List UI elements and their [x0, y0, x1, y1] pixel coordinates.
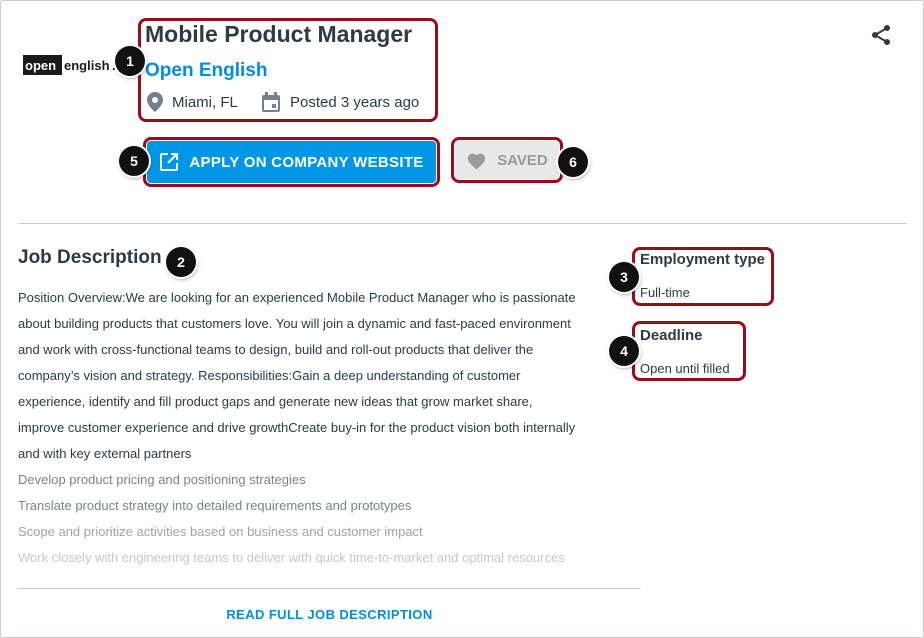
description-line: Translate product strategy into detailed… — [18, 498, 412, 513]
callout-box-apply-button — [143, 137, 440, 187]
callout-box-deadline — [632, 321, 746, 381]
annotation-marker-2: 2 — [166, 247, 196, 277]
annotation-marker-4: 4 — [609, 336, 639, 366]
share-icon — [872, 25, 890, 45]
annotation-marker-5: 5 — [119, 146, 149, 176]
description-line: company’s vision and strategy. Responsib… — [18, 368, 521, 383]
svg-text:english: english — [64, 58, 110, 73]
callout-box-employment-type — [632, 247, 774, 306]
callout-box-saved-button — [451, 137, 563, 183]
svg-text:open: open — [25, 58, 56, 73]
job-description-body: Position Overview:We are looking for an … — [18, 285, 623, 571]
description-line: Position Overview:We are looking for an … — [18, 290, 576, 305]
description-line: Develop product pricing and positioning … — [18, 472, 306, 487]
description-divider — [18, 588, 641, 589]
description-line: Work closely with engineering teams to d… — [18, 550, 565, 565]
job-card: open english . Mobile Product Manager Op… — [0, 0, 924, 638]
description-line: about building products that customers l… — [18, 316, 571, 331]
share-button[interactable] — [869, 23, 893, 47]
description-line: and work with cross-functional teams to … — [18, 342, 534, 357]
description-line: improve customer experience and drive gr… — [18, 420, 576, 435]
description-line: experience, identify and fill product ga… — [18, 394, 533, 409]
job-description-heading: Job Description — [18, 247, 162, 268]
description-line: and with key external partners — [18, 446, 192, 461]
annotation-marker-1: 1 — [115, 46, 145, 76]
callout-box-job-header — [138, 18, 438, 122]
section-divider — [18, 223, 907, 224]
company-logo: open english . — [23, 49, 115, 81]
description-line: Scope and prioritize activities based on… — [18, 524, 423, 539]
annotation-marker-6: 6 — [558, 147, 588, 177]
open-english-logo-icon: open english . — [23, 55, 115, 75]
annotation-marker-3: 3 — [609, 262, 639, 292]
read-full-job-description-link[interactable]: READ FULL JOB DESCRIPTION — [18, 607, 641, 622]
